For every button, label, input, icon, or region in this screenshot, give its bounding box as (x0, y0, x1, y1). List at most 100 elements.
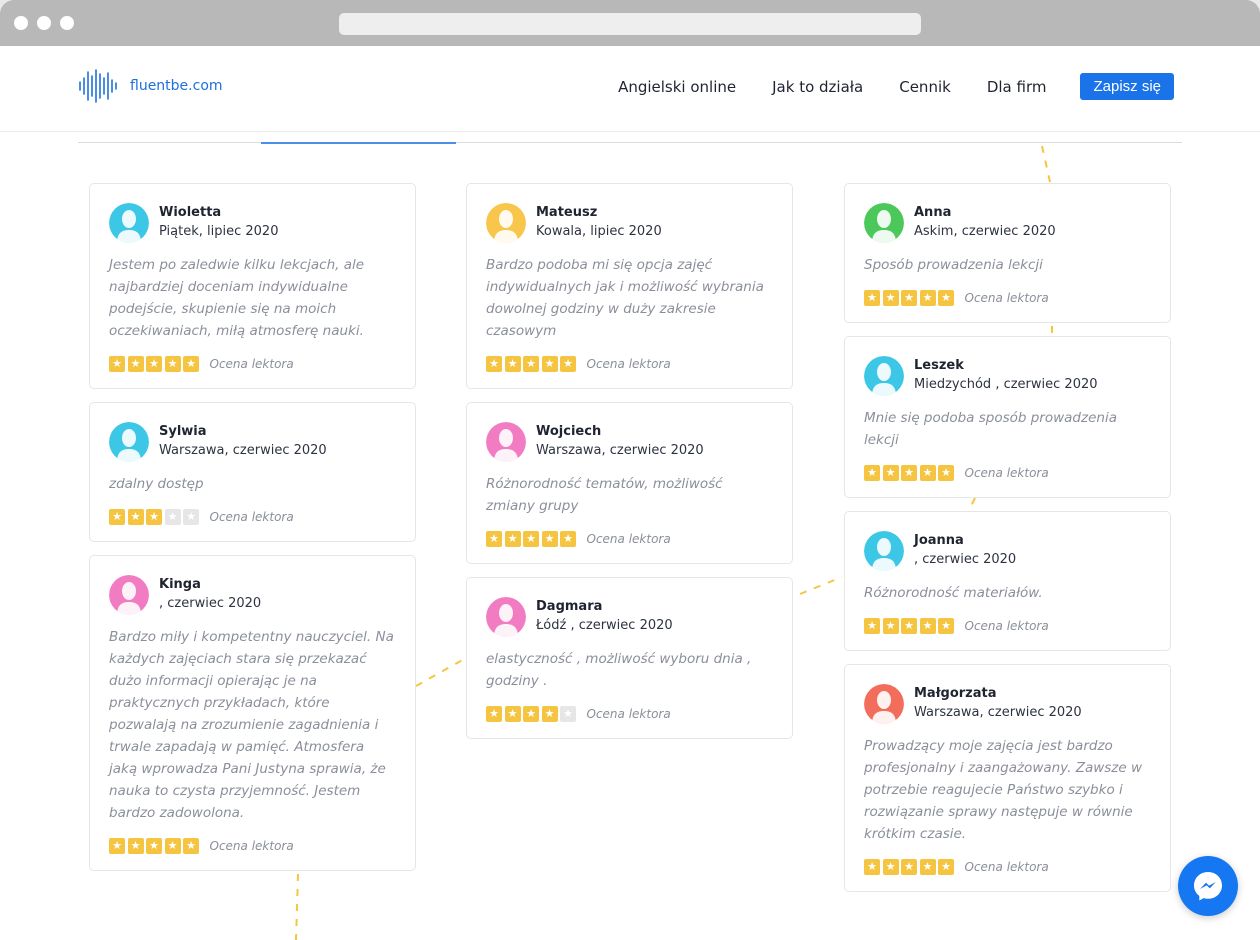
rating-row: ★ ★ ★ ★ ★ Ocena lektora (109, 509, 396, 525)
star-rating: ★ ★ ★ ★ ★ (109, 838, 202, 854)
rating-row: ★ ★ ★ ★ ★ Ocena lektora (486, 356, 773, 372)
avatar (864, 531, 904, 571)
avatar-silhouette-icon (486, 422, 526, 462)
star-icon: ★ (882, 618, 899, 634)
review-card: Mateusz Kowala, lipiec 2020 Bardzo podoba … (466, 183, 793, 389)
avatar-silhouette-icon (864, 531, 904, 571)
star-rating: ★ ★ ★ ★ ★ (486, 531, 579, 547)
star-icon: ★ (938, 618, 954, 634)
logo[interactable]: fluentbe.com (78, 68, 223, 104)
star-icon: ★ (864, 859, 880, 875)
review-text: Bardzo podoba mi się opcja zajęć indywid… (486, 257, 764, 339)
star-icon: ★ (183, 356, 199, 372)
avatar-silhouette-icon (864, 356, 904, 396)
window-maximize-dot[interactable] (60, 16, 74, 30)
rating-label: Ocena lektora (209, 839, 294, 853)
reviewer-name: Anna (914, 205, 952, 220)
star-icon: ★ (109, 509, 125, 525)
star-icon: ★ (486, 356, 502, 372)
star-icon: ★ (864, 290, 880, 306)
review-text: Różnorodność tematów, możliwość zmiany g… (486, 476, 723, 514)
avatar (864, 684, 904, 724)
address-bar[interactable] (339, 13, 921, 35)
star-icon: ★ (864, 618, 880, 634)
active-tab-indicator (261, 142, 456, 144)
review-text: Prowadzący moje zajęcia jest bardzo prof… (864, 738, 1143, 842)
review-text: Różnorodność materiałów. (864, 585, 1043, 601)
review-header: Leszek Miedzychód , czerwiec 2020 (864, 355, 1151, 397)
star-icon: ★ (541, 706, 558, 722)
star-icon: ★ (901, 859, 917, 875)
main-nav: Angielski online Jak to działa Cennik Dl… (618, 73, 1174, 100)
star-rating: ★ ★ ★ ★ ★ (864, 290, 957, 306)
tabs-underline (78, 142, 1182, 143)
star-icon: ★ (938, 859, 954, 875)
star-icon: ★ (919, 618, 936, 634)
avatar-silhouette-icon (109, 575, 149, 615)
review-text: elastyczność , możliwość wyboru dnia , g… (486, 651, 752, 689)
review-text: Mnie się podoba sposób prowadzenia lekcj… (864, 410, 1117, 448)
logo-text: fluentbe.com (130, 78, 223, 94)
avatar (864, 356, 904, 396)
star-icon: ★ (146, 509, 162, 525)
star-rating: ★ ★ ★ ★ ★ (109, 509, 202, 525)
rating-label: Ocena lektora (209, 510, 294, 524)
rating-label: Ocena lektora (586, 707, 671, 721)
star-rating: ★ ★ ★ ★ ★ (864, 618, 957, 634)
rating-row: ★ ★ ★ ★ ★ Ocena lektora (864, 290, 1151, 306)
rating-row: ★ ★ ★ ★ ★ Ocena lektora (486, 531, 773, 547)
window-minimize-dot[interactable] (37, 16, 51, 30)
rating-row: ★ ★ ★ ★ ★ Ocena lektora (864, 859, 1151, 875)
reviewer-name: Leszek (914, 358, 964, 373)
star-icon: ★ (919, 859, 936, 875)
star-rating: ★ ★ ★ ★ ★ (486, 356, 579, 372)
star-icon: ★ (882, 859, 899, 875)
star-icon: ★ (127, 838, 144, 854)
review-card: Leszek Miedzychód , czerwiec 2020 Mnie się… (844, 336, 1171, 498)
signup-button[interactable]: Zapisz się (1080, 73, 1174, 100)
reviewer-name: Joanna (914, 533, 964, 548)
nav-angielski-online[interactable]: Angielski online (618, 78, 736, 96)
avatar (109, 422, 149, 462)
star-icon: ★ (919, 465, 936, 481)
nav-jak-to-dziala[interactable]: Jak to działa (772, 78, 863, 96)
star-icon: ★ (523, 356, 539, 372)
rating-label: Ocena lektora (964, 291, 1049, 305)
review-header: Joanna , czerwiec 2020 (864, 530, 1151, 572)
reviewer-name: Wioletta (159, 205, 222, 220)
star-icon: ★ (541, 531, 558, 547)
browser-toolbar (0, 0, 1260, 46)
messenger-icon (1194, 872, 1222, 901)
reviewer-name: Dagmara (536, 599, 603, 614)
avatar (486, 597, 526, 637)
reviewer-location-date: Piątek, lipiec 2020 (159, 224, 279, 239)
reviewer-location-date: Warszawa, czerwiec 2020 (159, 443, 327, 458)
window-close-dot[interactable] (14, 16, 28, 30)
reviewer-location-date: Askim, czerwiec 2020 (914, 224, 1056, 239)
avatar-silhouette-icon (864, 203, 904, 243)
review-header: Dagmara Łódź , czerwiec 2020 (486, 596, 773, 638)
review-text: Sposób prowadzenia lekcji (864, 257, 1043, 273)
review-header: Wioletta Piątek, lipiec 2020 (109, 202, 396, 244)
logo-waveform-icon (79, 69, 117, 103)
star-icon: ★ (523, 531, 539, 547)
avatar (109, 203, 149, 243)
messenger-chat-button[interactable] (1178, 856, 1238, 916)
nav-dla-firm[interactable]: Dla firm (987, 78, 1047, 96)
avatar-silhouette-icon (486, 203, 526, 243)
star-icon: ★ (183, 838, 199, 854)
avatar (486, 422, 526, 462)
reviewer-name: Małgorzata (914, 686, 997, 701)
star-rating: ★ ★ ★ ★ ★ (486, 706, 579, 722)
rating-row: ★ ★ ★ ★ ★ Ocena lektora (109, 838, 396, 854)
avatar-silhouette-icon (486, 597, 526, 637)
star-icon: ★ (164, 509, 181, 525)
star-rating: ★ ★ ★ ★ ★ (109, 356, 202, 372)
avatar-silhouette-icon (109, 422, 149, 462)
review-card: Wioletta Piątek, lipiec 2020 Jestem po zal… (89, 183, 416, 389)
star-icon: ★ (901, 290, 917, 306)
reviewer-location-date: Kowala, lipiec 2020 (536, 224, 662, 239)
star-icon: ★ (127, 356, 144, 372)
rating-row: ★ ★ ★ ★ ★ Ocena lektora (109, 356, 396, 372)
nav-cennik[interactable]: Cennik (899, 78, 951, 96)
